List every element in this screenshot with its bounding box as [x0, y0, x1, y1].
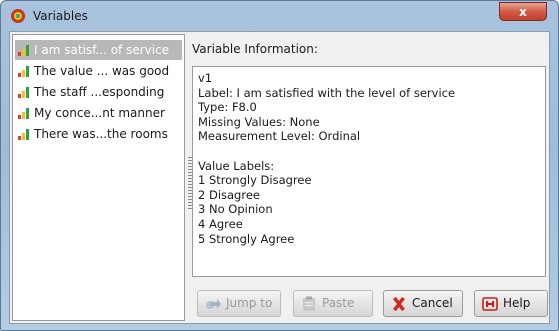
info-line: Missing Values: None — [198, 114, 320, 129]
paste-label: Paste — [322, 296, 355, 310]
info-line: v1 — [198, 71, 213, 85]
info-line: Type: F8.0 — [198, 100, 257, 115]
info-line: 1 Strongly Disagree — [198, 173, 312, 188]
variable-list-item[interactable]: The staff ...esponding — [15, 82, 182, 102]
info-line: 5 Strongly Agree — [198, 231, 295, 246]
window-title: Variables — [33, 9, 88, 23]
variable-list-item-label: I am satisf... of service — [34, 43, 170, 57]
dialog-body: I am satisf... of service The value ... w… — [9, 31, 550, 324]
variable-list-item[interactable]: I am satisf... of service — [15, 40, 182, 60]
variable-list[interactable]: I am satisf... of service The value ... w… — [12, 34, 185, 321]
jump-to-label: Jump to — [226, 296, 273, 310]
variables-dialog: Variables x I am satisf... of service The… — [0, 0, 559, 331]
info-line: 3 No Opinion — [198, 202, 273, 217]
variable-list-item-label: My conce...nt manner — [34, 106, 165, 120]
cancel-label: Cancel — [412, 296, 453, 310]
close-button[interactable]: x — [499, 2, 547, 21]
variable-list-item[interactable]: My conce...nt manner — [15, 103, 182, 123]
info-line: Value Labels: — [198, 158, 275, 173]
info-line: 2 Disagree — [198, 187, 260, 202]
ordinal-variable-icon — [18, 87, 29, 98]
ordinal-variable-icon — [18, 66, 29, 77]
help-button[interactable]: Help — [474, 290, 548, 317]
jump-to-button[interactable]: Jump to — [197, 290, 281, 317]
ordinal-variable-icon — [18, 108, 29, 119]
variable-list-item-label: The value ... was good — [34, 64, 170, 78]
variable-info-panel[interactable]: v1 Label: I am satisfied with the level o… — [192, 66, 546, 277]
info-line — [198, 144, 540, 159]
info-line: Measurement Level: Ordinal — [198, 129, 361, 144]
red-x-icon — [393, 297, 405, 311]
variable-list-item[interactable]: The value ... was good — [15, 61, 182, 81]
app-icon — [11, 9, 25, 23]
info-line: Label: I am satisfied with the level of … — [198, 85, 456, 100]
jump-arrow-icon — [206, 299, 221, 309]
title-bar[interactable]: Variables x — [1, 1, 558, 31]
variable-list-item-label: The staff ...esponding — [34, 85, 165, 99]
info-heading: Variable Information: — [192, 42, 318, 56]
cancel-button[interactable]: Cancel — [383, 290, 463, 317]
paste-icon — [303, 296, 315, 311]
help-icon — [482, 297, 498, 311]
help-label: Help — [503, 296, 531, 310]
info-line: 4 Agree — [198, 216, 243, 231]
paste-button[interactable]: Paste — [293, 290, 373, 317]
variable-list-item[interactable]: There was...the rooms — [15, 124, 182, 144]
ordinal-variable-icon — [18, 129, 29, 140]
variable-list-item-label: There was...the rooms — [34, 127, 168, 141]
ordinal-variable-icon — [18, 45, 29, 56]
